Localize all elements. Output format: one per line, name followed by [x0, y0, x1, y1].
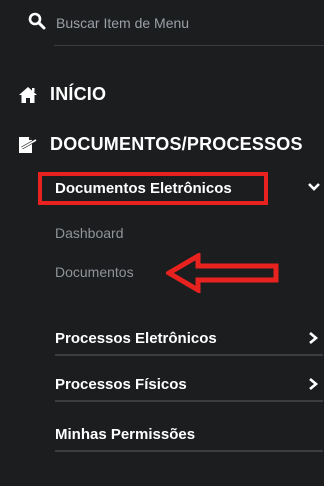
search-bar [0, 0, 324, 46]
submenu-label: Processos Físicos [55, 376, 187, 393]
separator [55, 354, 323, 356]
submenu-processos-eletronicos[interactable]: Processos Eletrônicos [55, 322, 323, 356]
nav-item-label: DOCUMENTOS/PROCESSOS [50, 134, 303, 154]
home-icon [19, 87, 37, 103]
red-arrow-annotation [166, 253, 279, 293]
submenu-minhas-permissoes[interactable]: Minhas Permissões [55, 418, 323, 452]
submenu-label: Minhas Permissões [55, 426, 196, 443]
chevron-right-icon [309, 378, 319, 390]
submenu-child-documentos[interactable]: Documentos [55, 264, 134, 280]
nav-item-inicio[interactable]: INÍCIO [0, 78, 324, 110]
nav-item-label: INÍCIO [50, 84, 107, 104]
search-underline [54, 45, 324, 46]
chevron-right-icon [309, 332, 319, 344]
submenu-processos-fisicos[interactable]: Processos Físicos [55, 368, 323, 402]
chevron-down-icon[interactable] [307, 182, 321, 192]
nav-item-documentos-processos[interactable]: DOCUMENTOS/PROCESSOS [0, 128, 324, 160]
separator [55, 450, 323, 452]
submenu-child-dashboard[interactable]: Dashboard [55, 225, 124, 241]
document-edit-icon [19, 137, 37, 153]
submenu-label: Processos Eletrônicos [55, 330, 217, 347]
search-input[interactable] [54, 10, 308, 36]
search-icon [28, 12, 46, 30]
separator [55, 400, 323, 402]
highlight-box [38, 172, 268, 205]
